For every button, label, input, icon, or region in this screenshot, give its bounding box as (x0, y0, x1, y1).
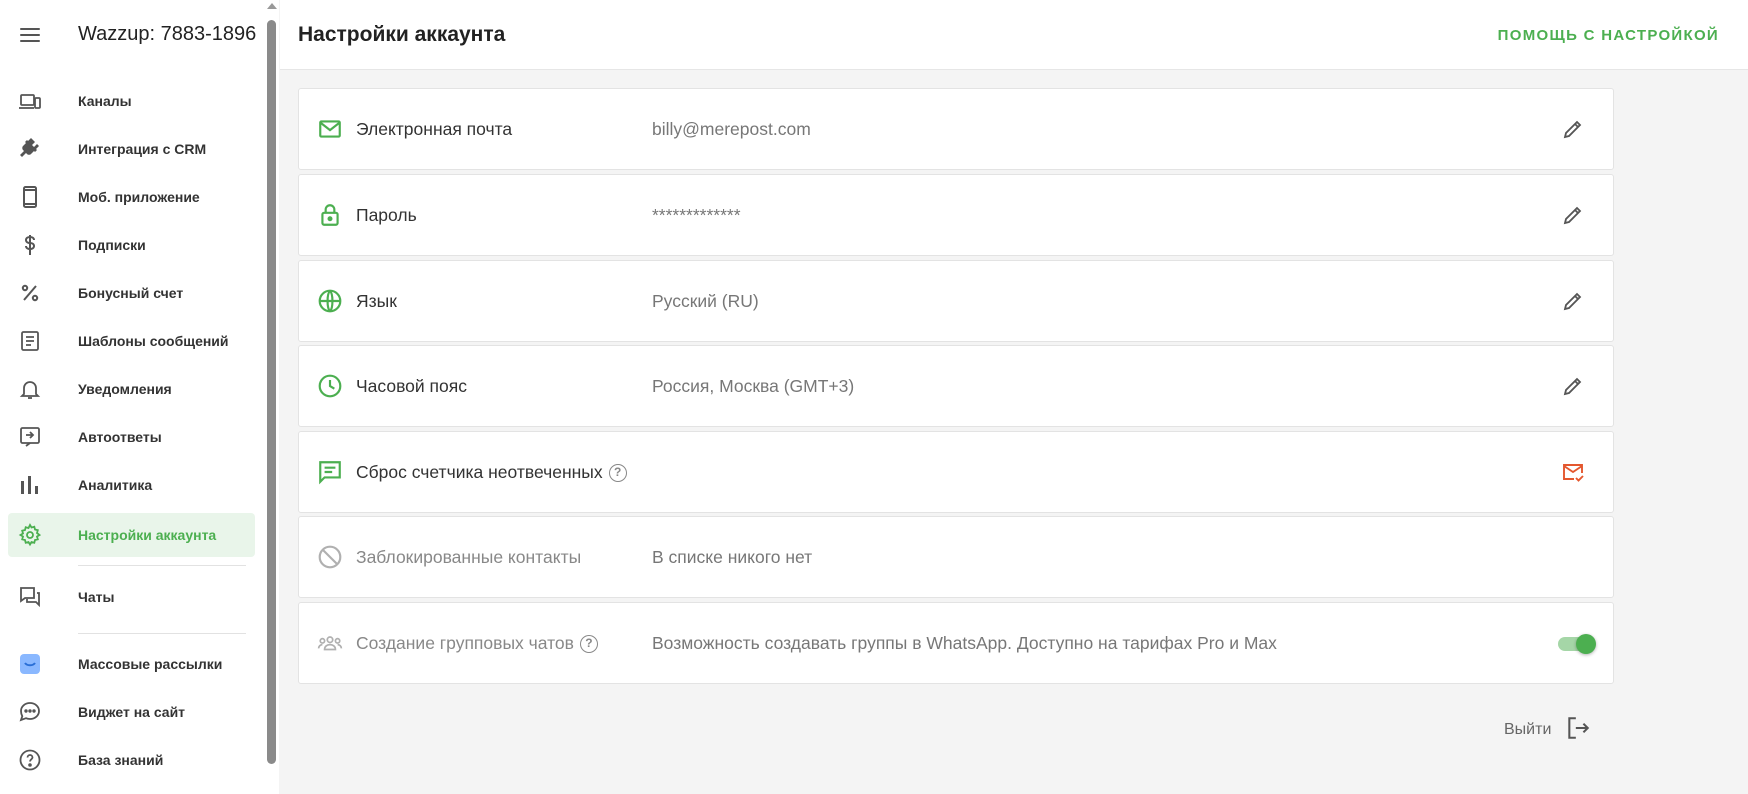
setting-label: Электронная почта (356, 119, 513, 139)
widget-icon (18, 700, 42, 724)
phone-icon (18, 185, 42, 209)
setting-row-blocked-contacts: Заблокированные контакты В списке никого… (298, 516, 1614, 598)
sidebar-item-account-settings[interactable]: Настройки аккаунта (8, 513, 255, 557)
setting-value: В списке никого нет (652, 547, 813, 567)
sidebar-item-analytics[interactable]: Аналитика (8, 463, 255, 507)
sidebar-item-knowledge-base[interactable]: База знаний (8, 738, 255, 782)
sidebar-item-crm[interactable]: Интеграция с CRM (8, 127, 255, 171)
help-question-icon[interactable]: ? (608, 463, 627, 482)
bell-icon (18, 377, 42, 401)
logout-label: Выйти (1504, 721, 1552, 738)
group-chats-toggle[interactable] (1556, 632, 1598, 656)
edit-pencil-icon[interactable] (1559, 287, 1587, 315)
clock-icon (317, 373, 343, 399)
sidebar-item-label: Настройки аккаунта (78, 527, 217, 543)
mail-check-icon[interactable] (1559, 458, 1587, 486)
sidebar: Wazzup: 7883-1896 Каналы Интеграция с CR… (0, 0, 279, 794)
sidebar-item-label: Чаты (78, 589, 115, 605)
setting-label: Заблокированные контакты (356, 547, 582, 567)
sidebar-item-label: База знаний (78, 752, 164, 768)
sidebar-item-widget[interactable]: Виджет на сайт (8, 690, 255, 734)
autoreply-icon (18, 425, 42, 449)
setting-label: Создание групповых чатов ? (356, 633, 598, 654)
sidebar-item-bonus[interactable]: Бонусный счет (8, 271, 255, 315)
sidebar-item-chats[interactable]: Чаты (8, 575, 255, 619)
page-header: Настройки аккаунта ПОМОЩЬ С НАСТРОЙКОЙ (280, 0, 1748, 70)
logout-button[interactable]: Выйти (1504, 713, 1591, 747)
help-circle-icon (18, 748, 42, 772)
sidebar-item-autoreplies[interactable]: Автоответы (8, 415, 255, 459)
help-setup-link[interactable]: ПОМОЩЬ С НАСТРОЙКОЙ (1498, 27, 1719, 44)
sidebar-item-notifications[interactable]: Уведомления (8, 367, 255, 411)
edit-pencil-icon[interactable] (1559, 201, 1587, 229)
setting-row-unanswered-reset: Сброс счетчика неотвеченных ? (298, 431, 1614, 513)
chats-icon (18, 585, 42, 609)
account-title: Wazzup: 7883-1896 (78, 23, 257, 45)
setting-value: Возможность создавать группы в WhatsApp.… (652, 633, 1277, 653)
setting-label: Часовой пояс (356, 376, 467, 396)
globe-icon (317, 288, 343, 314)
setting-row-email: Электронная почта billy@merepost.com (298, 88, 1614, 170)
sidebar-divider (78, 633, 246, 634)
setting-label: Пароль (356, 205, 417, 225)
sidebar-scrollbar-thumb[interactable] (267, 20, 276, 764)
sidebar-item-label: Подписки (78, 237, 146, 253)
sidebar-item-channels[interactable]: Каналы (8, 79, 255, 123)
percent-icon (18, 281, 42, 305)
page-title: Настройки аккаунта (298, 23, 506, 46)
sidebar-item-label: Массовые рассылки (78, 656, 223, 672)
help-question-icon[interactable]: ? (579, 634, 598, 653)
sidebar-item-label: Шаблоны сообщений (78, 333, 229, 349)
setting-value: Русский (RU) (652, 291, 759, 311)
sidebar-item-label: Моб. приложение (78, 189, 200, 205)
sidebar-item-label: Интеграция с CRM (78, 141, 207, 157)
block-icon (317, 544, 343, 570)
setting-row-timezone: Часовой пояс Россия, Москва (GMT+3) (298, 345, 1614, 427)
edit-pencil-icon[interactable] (1559, 372, 1587, 400)
sidebar-item-label: Автоответы (78, 429, 162, 445)
setting-label: Язык (356, 291, 397, 311)
template-icon (18, 329, 42, 353)
setting-label: Сброс счетчика неотвеченных ? (356, 462, 627, 483)
sidebar-divider (78, 565, 246, 566)
sidebar-item-label: Виджет на сайт (78, 704, 186, 720)
setting-value: billy@merepost.com (652, 119, 811, 139)
setting-value: Россия, Москва (GMT+3) (652, 376, 855, 396)
devices-icon (18, 89, 42, 113)
toggle-knob (1576, 634, 1596, 654)
setting-value: ************* (652, 205, 741, 225)
gear-icon (18, 523, 42, 547)
sidebar-item-broadcasts[interactable]: Массовые рассылки (8, 642, 255, 686)
bar-chart-icon (18, 473, 42, 497)
sidebar-item-label: Уведомления (78, 381, 172, 397)
group-users-icon (317, 630, 343, 656)
sidebar-item-mobile-app[interactable]: Моб. приложение (8, 175, 255, 219)
broadcast-icon (18, 652, 42, 676)
sidebar-item-subscriptions[interactable]: Подписки (8, 223, 255, 267)
setting-row-language: Язык Русский (RU) (298, 260, 1614, 342)
sidebar-item-label: Аналитика (78, 477, 153, 493)
sidebar-item-label: Каналы (78, 93, 132, 109)
plug-icon (18, 137, 42, 161)
sidebar-item-templates[interactable]: Шаблоны сообщений (8, 319, 255, 363)
dollar-icon (18, 233, 42, 257)
sidebar-item-label: Бонусный счет (78, 285, 184, 301)
mail-icon (317, 116, 343, 142)
setting-row-password: Пароль ************* (298, 174, 1614, 256)
lock-icon (317, 202, 343, 228)
scroll-up-arrow-icon[interactable] (267, 3, 277, 9)
setting-row-group-chats: Создание групповых чатов ? Возможность с… (298, 602, 1614, 684)
hamburger-menu-icon[interactable] (18, 25, 42, 45)
edit-pencil-icon[interactable] (1559, 115, 1587, 143)
message-icon (317, 459, 343, 485)
logout-icon (1565, 715, 1591, 746)
